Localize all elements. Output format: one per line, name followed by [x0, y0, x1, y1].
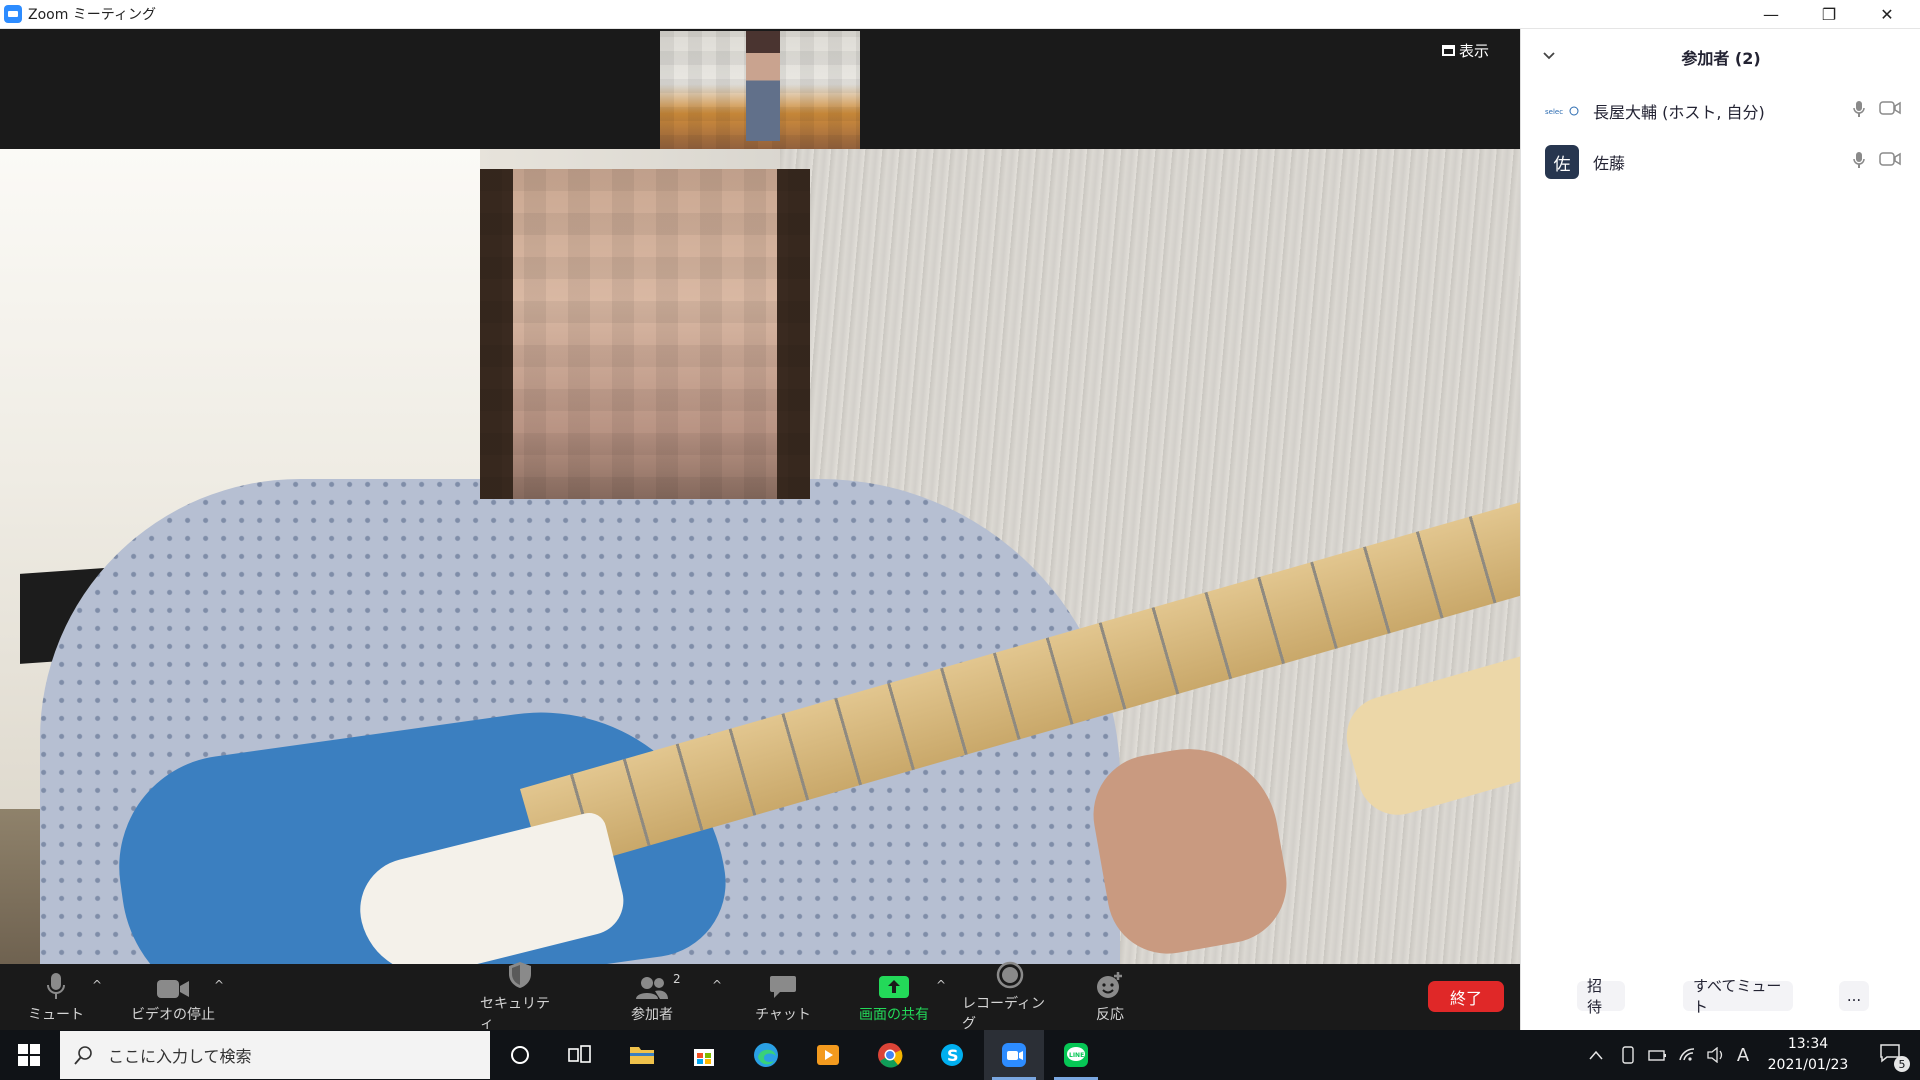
mute-button[interactable]: ミュート: [24, 964, 88, 1030]
file-explorer-icon[interactable]: [612, 1030, 672, 1080]
video-camera-icon: [1879, 100, 1901, 122]
participant-avatar: 佐: [1545, 145, 1579, 179]
task-view-icon[interactable]: [550, 1030, 610, 1080]
stop-video-label: ビデオの停止: [131, 1007, 215, 1023]
share-screen-label: 画面の共有: [859, 1007, 929, 1023]
stop-video-button[interactable]: ビデオの停止: [128, 964, 218, 1030]
device-icon[interactable]: [1614, 1030, 1642, 1080]
window-titlebar: Zoom ミーティング — ❐ ✕: [0, 0, 1920, 29]
zoom-logo-icon: [4, 5, 22, 23]
more-options-button[interactable]: ...: [1839, 981, 1869, 1011]
reaction-button[interactable]: 反応: [1090, 964, 1130, 1030]
video-camera-icon: [1879, 151, 1901, 173]
search-icon: [74, 1045, 94, 1069]
active-speaker-video: [0, 149, 1520, 964]
end-meeting-button[interactable]: 終了: [1428, 981, 1504, 1012]
speaker-face-pixelated: [480, 169, 810, 499]
audio-options-caret[interactable]: ^: [92, 978, 102, 992]
chat-bubble-icon: [769, 970, 797, 1000]
view-label: 表示: [1459, 41, 1490, 60]
taskbar-search-box[interactable]: ここに入力して検索: [60, 1031, 490, 1079]
clock-date: 2021/01/23: [1767, 1057, 1849, 1073]
svg-text:S: S: [947, 1046, 959, 1065]
windows-logo-icon: [18, 1044, 40, 1066]
share-screen-icon: [878, 970, 910, 1000]
share-options-caret[interactable]: ^: [936, 978, 946, 992]
grid-view-icon: [1442, 44, 1455, 56]
edge-browser-icon[interactable]: [736, 1030, 796, 1080]
video-camera-icon: [156, 970, 190, 1000]
record-icon: [996, 961, 1024, 989]
reaction-label: 反応: [1096, 1007, 1124, 1023]
notification-count-badge: 5: [1894, 1056, 1910, 1072]
selec-logo-icon: selec: [1545, 94, 1579, 128]
media-player-icon[interactable]: [798, 1030, 858, 1080]
share-screen-button[interactable]: 画面の共有: [852, 964, 936, 1030]
participant-status-icons: [1853, 151, 1901, 173]
volume-icon[interactable]: [1702, 1030, 1730, 1080]
minimize-button[interactable]: —: [1742, 0, 1800, 29]
taskbar-clock[interactable]: 13:34 2021/01/23: [1752, 1034, 1864, 1076]
participants-panel: 参加者 (2) selec 長屋大輔 (ホスト, 自分) 佐 佐藤 招待 すべて…: [1520, 29, 1920, 1030]
invite-button[interactable]: 招待: [1577, 977, 1625, 1016]
security-button[interactable]: セキュリティ: [480, 961, 560, 1032]
wifi-icon[interactable]: [1674, 1030, 1702, 1080]
shield-icon: [508, 961, 532, 989]
svg-text:LINE: LINE: [1069, 1052, 1084, 1059]
ime-indicator[interactable]: A: [1732, 1030, 1754, 1080]
participants-icon: [635, 970, 669, 1000]
svg-text:selec: selec: [1545, 108, 1563, 116]
chrome-browser-icon[interactable]: [860, 1030, 920, 1080]
participants-panel-title: 参加者 (2): [1681, 49, 1761, 68]
microphone-icon: [45, 970, 67, 1000]
chat-label: チャット: [755, 1007, 811, 1023]
participants-label: 参加者: [631, 1007, 673, 1023]
restore-button[interactable]: ❐: [1800, 0, 1858, 29]
meeting-toolbar: ミュート ^ ビデオの停止 ^ セキュリティ 参加者 2 ^ チャット 画面の共…: [0, 961, 1520, 1032]
mute-all-button[interactable]: すべてミュート: [1683, 977, 1793, 1016]
recording-label: レコーディング: [962, 996, 1046, 1032]
skype-icon[interactable]: S: [922, 1030, 982, 1080]
zoom-taskbar-icon[interactable]: [984, 1030, 1044, 1080]
video-area: 表示: [0, 29, 1520, 964]
self-view-thumbnail[interactable]: [660, 31, 860, 149]
participants-options-caret[interactable]: ^: [712, 978, 722, 992]
security-label: セキュリティ: [480, 996, 550, 1032]
show-hidden-icons-chevron-icon[interactable]: [1580, 1030, 1612, 1080]
chat-button[interactable]: チャット: [750, 964, 816, 1030]
participant-row[interactable]: 佐 佐藤: [1521, 140, 1920, 184]
mute-label: ミュート: [28, 1007, 84, 1023]
cortana-icon[interactable]: [490, 1030, 550, 1080]
participant-status-icons: [1853, 100, 1901, 122]
view-button[interactable]: 表示: [1442, 39, 1489, 61]
collapse-panel-chevron-icon[interactable]: [1543, 49, 1555, 64]
video-options-caret[interactable]: ^: [214, 978, 224, 992]
participant-name: 長屋大輔 (ホスト, 自分): [1593, 103, 1765, 122]
line-app-icon[interactable]: LINE: [1046, 1030, 1106, 1080]
microphone-icon: [1853, 100, 1865, 122]
participant-row[interactable]: selec 長屋大輔 (ホスト, 自分): [1521, 89, 1920, 133]
participants-count: 2: [673, 972, 681, 986]
battery-icon[interactable]: [1644, 1030, 1672, 1080]
windows-start-button[interactable]: [0, 1030, 58, 1080]
windows-taskbar: ここに入力して検索 S LINE A 13:34 2021/01/23 5: [0, 1030, 1920, 1080]
recording-button[interactable]: レコーディング: [962, 961, 1058, 1032]
notification-center-button[interactable]: 5: [1866, 1030, 1914, 1080]
search-placeholder: ここに入力して検索: [108, 1047, 252, 1066]
participant-name: 佐藤: [1593, 154, 1626, 173]
close-button[interactable]: ✕: [1858, 0, 1916, 29]
emoji-reaction-icon: [1095, 970, 1125, 1000]
self-view-person: [746, 31, 780, 141]
microsoft-store-icon[interactable]: [674, 1030, 734, 1080]
microphone-icon: [1853, 151, 1865, 173]
window-title: Zoom ミーティング: [28, 7, 156, 23]
clock-time: 13:34: [1787, 1036, 1829, 1052]
